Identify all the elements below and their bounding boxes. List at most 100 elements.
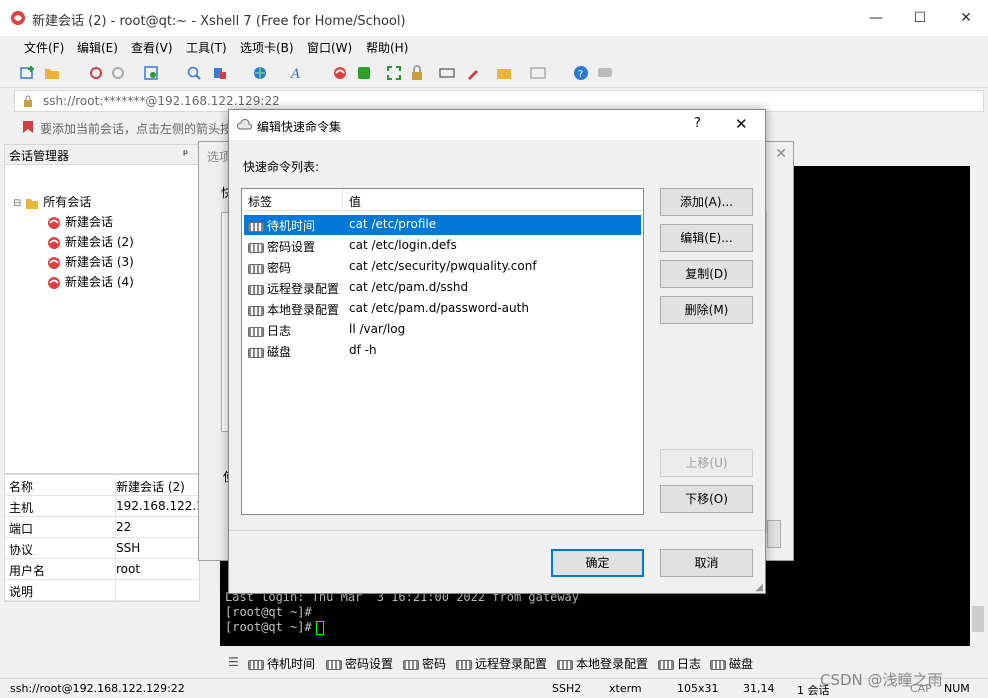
list-row[interactable]: 远程登录配置 cat /etc/pam.d/sshd <box>244 278 641 298</box>
menu-tools[interactable]: 工具(T) <box>186 39 227 56</box>
move-up-button[interactable]: 上移(U) <box>660 449 753 477</box>
bg-dialog-close-icon[interactable]: ✕ <box>775 146 787 162</box>
new-session-icon[interactable] <box>20 65 36 81</box>
prop-value: root <box>115 562 140 582</box>
fullscreen-icon[interactable] <box>386 65 402 81</box>
list-row[interactable]: 密码设置 cat /etc/login.defs <box>244 236 641 256</box>
list-row[interactable]: 本地登录配置 cat /etc/pam.d/password-auth <box>244 299 641 319</box>
globe-icon[interactable] <box>252 65 268 81</box>
column-header-value[interactable]: 值 <box>349 193 361 210</box>
row-value: df -h <box>349 343 377 357</box>
tree-root-all-sessions[interactable]: ⊟ 所有会话 <box>13 193 91 211</box>
status-protocol: SSH2 <box>552 682 582 695</box>
dialog-close-button[interactable]: ✕ <box>735 115 748 133</box>
terminal-cursor <box>316 621 324 635</box>
quick-cmd-item[interactable]: 本地登录配置 <box>557 655 648 672</box>
minimize-button[interactable]: — <box>866 8 886 28</box>
add-button[interactable]: 添加(A)... <box>660 188 753 216</box>
pin-icon[interactable]: ᵖ <box>183 147 188 161</box>
xftp-icon[interactable] <box>356 65 372 81</box>
menu-view[interactable]: 查看(V) <box>131 39 173 56</box>
keyboard-icon <box>248 347 264 358</box>
keyboard-icon <box>557 659 573 670</box>
quick-cmd-label: 日志 <box>677 657 702 671</box>
menu-file[interactable]: 文件(F) <box>24 39 64 56</box>
transfer-icon[interactable] <box>212 65 228 81</box>
delete-button[interactable]: 删除(M) <box>660 296 753 324</box>
keyboard-icon <box>248 242 264 253</box>
list-row[interactable]: 密码 cat /etc/security/pwquality.conf <box>244 257 641 277</box>
edit-button[interactable]: 编辑(E)... <box>660 224 753 252</box>
address-text[interactable]: ssh://root:*******@192.168.122.129:22 <box>43 94 280 108</box>
xshell-icon[interactable] <box>332 65 348 81</box>
quick-cmd-item[interactable]: 磁盘 <box>710 655 753 672</box>
quick-cmd-item[interactable]: 待机时间 <box>248 655 315 672</box>
quick-cmd-item[interactable]: 密码 <box>403 655 446 672</box>
search-icon[interactable] <box>186 65 202 81</box>
bg-dialog-button[interactable] <box>767 520 781 548</box>
tree-session-4[interactable]: 新建会话 (4) <box>47 273 134 291</box>
chat-icon[interactable] <box>597 65 613 81</box>
tree-session-2[interactable]: 新建会话 (2) <box>47 233 134 251</box>
close-button[interactable]: ✕ <box>956 8 976 28</box>
row-label: 远程登录配置 <box>267 282 340 296</box>
cancel-button[interactable]: 取消 <box>660 549 753 577</box>
menu-window[interactable]: 窗口(W) <box>307 39 352 56</box>
scrollbar-thumb[interactable] <box>972 606 984 632</box>
maximize-button[interactable]: ☐ <box>910 8 930 28</box>
keyboard-icon <box>248 326 264 337</box>
collapse-icon[interactable]: ⊟ <box>13 198 21 209</box>
highlight-icon[interactable] <box>465 65 481 81</box>
menu-icon[interactable]: ☰ <box>228 655 239 669</box>
toolbar: A ? <box>0 58 988 88</box>
layout-icon[interactable] <box>530 65 546 81</box>
keyboard-icon[interactable] <box>439 65 455 81</box>
keyboard-icon <box>658 659 674 670</box>
keyboard-icon <box>248 305 264 316</box>
open-folder-icon[interactable] <box>44 65 60 81</box>
tree-session-1[interactable]: 新建会话 <box>47 213 113 231</box>
font-icon[interactable]: A <box>289 65 305 81</box>
status-connection: ssh://root@192.168.122.129:22 <box>10 682 185 695</box>
bookmark-icon[interactable] <box>22 120 34 134</box>
keyboard-icon <box>326 659 342 670</box>
menu-help[interactable]: 帮助(H) <box>366 39 408 56</box>
column-header-label[interactable]: 标签 <box>248 193 272 210</box>
menu-tabs[interactable]: 选项卡(B) <box>240 39 294 56</box>
menu-edit[interactable]: 编辑(E) <box>77 39 118 56</box>
tree-session-3[interactable]: 新建会话 (3) <box>47 253 134 271</box>
column-separator[interactable] <box>342 189 343 211</box>
quick-cmd-item[interactable]: 日志 <box>658 655 701 672</box>
row-label: 密码 <box>267 261 292 275</box>
session-label: 新建会话 (4) <box>65 275 134 289</box>
quick-cmd-item[interactable]: 密码设置 <box>326 655 393 672</box>
tab-icon[interactable] <box>496 65 512 81</box>
edit-quick-commands-dialog: 编辑快速命令集 ? ✕ 快速命令列表: 标签 值 待机时间 cat /etc/pr… <box>228 109 766 594</box>
prop-value: 新建会话 (2) <box>115 478 185 498</box>
move-down-button[interactable]: 下移(O) <box>660 485 753 513</box>
session-icon <box>48 276 60 289</box>
svg-text:A: A <box>290 67 300 81</box>
dialog-divider <box>229 530 765 531</box>
quick-cmd-label: 密码 <box>422 657 447 671</box>
row-value: cat /etc/security/pwquality.conf <box>349 259 537 273</box>
quick-command-list[interactable]: 标签 值 待机时间 cat /etc/profile 密码设置 cat /etc/l… <box>241 188 644 515</box>
keyboard-icon <box>710 659 726 670</box>
resize-grip-icon[interactable]: ◢ <box>755 582 763 593</box>
disconnect-icon[interactable] <box>110 65 126 81</box>
prop-row: 协议 SSH <box>5 538 201 561</box>
lock-icon[interactable] <box>409 65 425 81</box>
connect-icon[interactable] <box>88 65 104 81</box>
quick-cmd-item[interactable]: 远程登录配置 <box>456 655 547 672</box>
list-row[interactable]: 日志 ll /var/log <box>244 320 641 340</box>
ok-button[interactable]: 确定 <box>551 549 644 577</box>
quick-cmd-label: 磁盘 <box>729 657 754 671</box>
properties-icon[interactable] <box>143 65 159 81</box>
list-row[interactable]: 磁盘 df -h <box>244 341 641 361</box>
menu-bar: 文件(F) 编辑(E) 查看(V) 工具(T) 选项卡(B) 窗口(W) 帮助(… <box>0 36 988 58</box>
help-icon[interactable]: ? <box>573 65 589 81</box>
dialog-help-button[interactable]: ? <box>694 116 701 131</box>
list-row[interactable]: 待机时间 cat /etc/profile <box>244 215 641 235</box>
copy-button[interactable]: 复制(D) <box>660 260 753 288</box>
terminal-scrollbar[interactable] <box>970 166 986 646</box>
